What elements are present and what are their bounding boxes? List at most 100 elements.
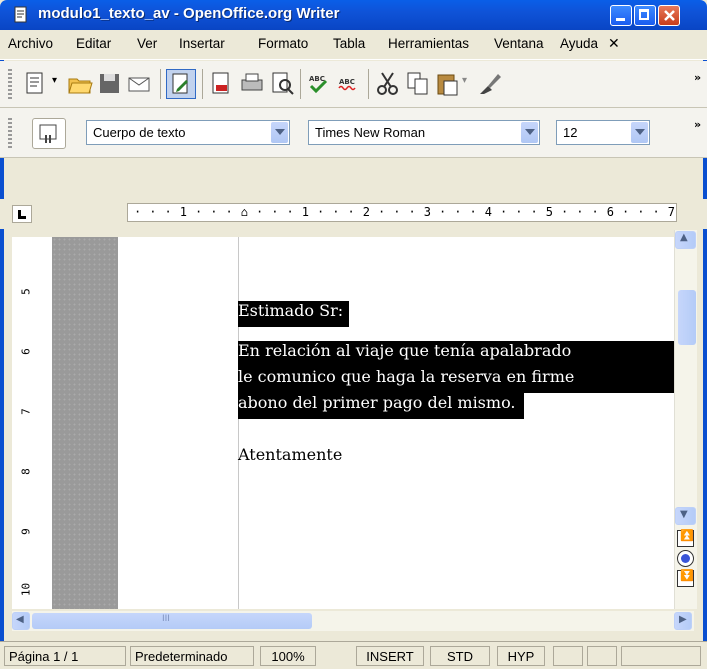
vruler-label: 6 xyxy=(19,348,33,355)
separator xyxy=(160,69,161,99)
font-name-value: Times New Roman xyxy=(315,125,426,140)
navigation-icon xyxy=(681,554,690,563)
minimize-button[interactable] xyxy=(610,5,632,26)
paragraph-style-combo[interactable]: Cuerpo de texto xyxy=(86,120,290,145)
next-page-button[interactable]: ⏬ xyxy=(677,569,694,587)
new-dropdown-icon[interactable]: ▾ xyxy=(52,75,57,86)
status-zoom[interactable]: 100% xyxy=(260,646,316,666)
spellcheck-icon[interactable]: ABC xyxy=(306,70,334,98)
horizontal-scroll-thumb[interactable]: III xyxy=(32,613,312,629)
app-icon xyxy=(14,6,27,23)
vruler-label: 7 xyxy=(19,408,33,415)
edit-icon xyxy=(172,73,188,94)
toolbar-overflow-icon[interactable]: » xyxy=(694,71,701,84)
chevron-left-icon: ◀ xyxy=(16,614,24,625)
status-signature xyxy=(587,646,617,666)
email-icon[interactable] xyxy=(126,70,154,98)
font-name-combo[interactable]: Times New Roman xyxy=(308,120,540,145)
navigation-button[interactable] xyxy=(677,550,694,567)
menu-close-doc-icon[interactable]: ✕ xyxy=(608,36,620,52)
vruler-label: 9 xyxy=(19,528,33,535)
copy-icon[interactable] xyxy=(404,70,432,98)
paragraph-style-value: Cuerpo de texto xyxy=(93,125,186,140)
menu-insertar[interactable]: Insertar xyxy=(179,36,225,51)
print-icon[interactable] xyxy=(238,70,266,98)
status-page-style[interactable]: Predeterminado xyxy=(130,646,254,666)
pdf-icon[interactable] xyxy=(208,70,236,98)
chevron-down-icon: ▼ xyxy=(680,509,688,520)
maximize-button[interactable] xyxy=(634,5,656,26)
scroll-down-button[interactable]: ▼ xyxy=(675,507,696,525)
svg-text:ABC: ABC xyxy=(309,75,325,83)
menu-ventana[interactable]: Ventana xyxy=(494,36,544,51)
menu-formato[interactable]: Formato xyxy=(258,36,308,51)
text-boundary xyxy=(238,237,239,609)
vertical-scroll-thumb[interactable] xyxy=(678,290,696,345)
menu-tabla[interactable]: Tabla xyxy=(333,36,365,51)
window-title: modulo1_texto_av - OpenOffice.org Writer xyxy=(38,5,340,22)
menu-herramientas[interactable]: Herramientas xyxy=(388,36,469,51)
scroll-right-button[interactable]: ▶ xyxy=(674,612,692,630)
standard-toolbar: ▾ ABC ABC ▾ » xyxy=(0,61,707,108)
separator xyxy=(202,69,203,99)
status-hyperlink-mode[interactable]: HYP xyxy=(497,646,545,666)
chevron-right-icon: ▶ xyxy=(679,614,687,625)
format-paintbrush-icon[interactable] xyxy=(476,70,504,98)
menu-archivo[interactable]: Archivo xyxy=(8,36,53,51)
paste-dropdown-icon[interactable]: ▾ xyxy=(462,75,467,86)
status-modified xyxy=(553,646,583,666)
title-bar[interactable]: modulo1_texto_av - OpenOffice.org Writer xyxy=(0,0,707,30)
scroll-up-button[interactable]: ▲ xyxy=(675,231,696,249)
horizontal-ruler[interactable]: · · · 1 · · · ⌂ · · · 1 · · · 2 · · · 3 … xyxy=(127,203,677,222)
chevron-down-icon[interactable] xyxy=(521,122,538,143)
chevron-down-icon[interactable] xyxy=(631,122,648,143)
open-icon[interactable] xyxy=(66,70,94,98)
document-line[interactable]: En relación al viaje que tenía apalabrad… xyxy=(238,341,674,367)
save-icon[interactable] xyxy=(96,70,124,98)
separator xyxy=(368,69,369,99)
page-shadow-margin xyxy=(52,237,118,609)
svg-text:ABC: ABC xyxy=(339,78,355,86)
separator xyxy=(300,69,301,99)
font-size-value: 12 xyxy=(563,125,578,140)
status-info xyxy=(621,646,701,666)
chevron-down-icon[interactable] xyxy=(271,122,288,143)
document-line[interactable]: Atentamente xyxy=(238,445,342,471)
previous-page-button[interactable]: ⏫ xyxy=(677,529,694,547)
document-line[interactable]: le comunico que haga la reserva en firme xyxy=(238,367,674,393)
menu-bar: Archivo Editar Ver Insertar Formato Tabl… xyxy=(0,30,707,60)
font-size-combo[interactable]: 12 xyxy=(556,120,650,145)
menu-editar[interactable]: Editar xyxy=(76,36,111,51)
close-button[interactable] xyxy=(658,5,680,26)
preview-icon[interactable] xyxy=(268,70,296,98)
edit-mode-button[interactable] xyxy=(166,69,196,99)
vruler-label: 8 xyxy=(19,468,33,475)
toolbar-overflow-icon[interactable]: » xyxy=(694,118,701,131)
vertical-ruler[interactable]: 5 6 7 8 9 10 xyxy=(12,237,52,609)
vruler-label: 5 xyxy=(19,288,33,295)
menu-ayuda[interactable]: Ayuda xyxy=(560,36,598,51)
menu-ver[interactable]: Ver xyxy=(137,36,157,51)
chevron-up-icon: ▲ xyxy=(680,232,688,243)
stylist-button[interactable] xyxy=(32,118,66,149)
status-selection-mode[interactable]: STD xyxy=(430,646,490,666)
new-icon[interactable] xyxy=(22,70,50,98)
vruler-label: 10 xyxy=(19,582,33,597)
document-page[interactable]: Estimado Sr: En relación al viaje que te… xyxy=(118,237,674,609)
document-line[interactable]: abono del primer pago del mismo. xyxy=(238,393,524,419)
document-line[interactable]: Estimado Sr: xyxy=(238,301,350,327)
cut-icon[interactable] xyxy=(374,70,402,98)
scroll-left-button[interactable]: ◀ xyxy=(12,612,30,630)
autospell-icon[interactable]: ABC xyxy=(336,70,364,98)
toolbar-grip[interactable] xyxy=(8,118,12,148)
toolbar-grip[interactable] xyxy=(8,69,12,99)
status-insert-mode[interactable]: INSERT xyxy=(356,646,424,666)
paste-icon[interactable] xyxy=(434,70,462,98)
close-icon xyxy=(664,10,675,21)
tab-stop-selector[interactable] xyxy=(12,205,32,223)
ruler-scale: · · · 1 · · · ⌂ · · · 1 · · · 2 · · · 3 … xyxy=(134,205,676,219)
formatting-toolbar: Cuerpo de texto Times New Roman 12 » xyxy=(0,108,707,158)
double-down-icon: ⏬ xyxy=(680,569,694,582)
status-page[interactable]: Página 1 / 1 xyxy=(4,646,126,666)
scroll-thumb-grip: III xyxy=(162,614,170,624)
